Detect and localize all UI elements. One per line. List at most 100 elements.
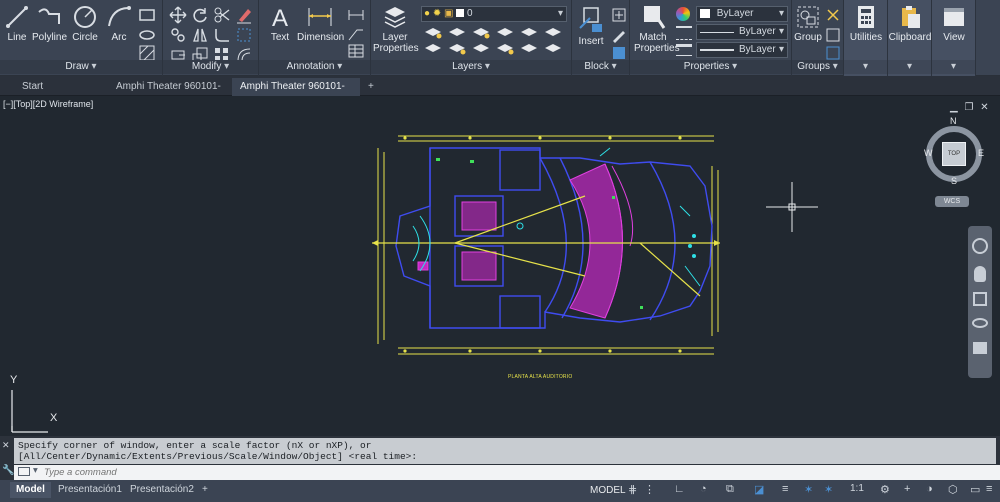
copy-icon[interactable]	[169, 26, 187, 44]
table-icon[interactable]	[347, 42, 365, 60]
annotation-panel-title[interactable]: Annotation ▾	[259, 60, 370, 74]
customize-icon[interactable]: ≡	[986, 483, 992, 495]
arc-button[interactable]: Arc	[104, 4, 134, 43]
line-label: Line	[7, 32, 27, 43]
group-edit-icon[interactable]	[824, 26, 842, 44]
clipboard-expand[interactable]: ▾	[888, 60, 931, 74]
new-tab-button[interactable]: +	[364, 78, 384, 96]
properties-panel-title[interactable]: Properties ▾	[630, 60, 791, 74]
hardware-acceleration-icon[interactable]: ⬡	[948, 483, 958, 496]
workspace-gear-icon[interactable]: ⚙	[880, 483, 890, 496]
circle-button[interactable]: Circle	[70, 4, 100, 43]
drawing-canvas[interactable]: [−][Top][2D Wireframe] ▁ ❐ ✕ PLANTA ALTA…	[0, 96, 1000, 436]
ungroup-icon[interactable]	[824, 6, 842, 24]
group-button[interactable]: Group	[794, 4, 822, 43]
layer-properties-button[interactable]: Layer Properties	[373, 4, 419, 54]
color-wheel-icon[interactable]	[676, 7, 690, 21]
isolate-icon[interactable]: ◑	[926, 483, 933, 495]
osnap-icon[interactable]: ◪	[754, 483, 764, 496]
lineweight-toggle-icon[interactable]: ≡	[782, 483, 788, 495]
utilities-button[interactable]: Utilities	[846, 4, 886, 43]
insert-button[interactable]: Insert	[576, 4, 606, 47]
modify-panel-title[interactable]: Modify ▾	[163, 60, 258, 74]
add-layout-button[interactable]: +	[196, 482, 214, 498]
linetype-sample	[700, 32, 734, 33]
insert-label: Insert	[578, 36, 604, 47]
model-space-toggle[interactable]: MODEL	[590, 485, 626, 496]
erase-icon[interactable]	[235, 6, 253, 24]
color-dropdown[interactable]: ByLayer ▾	[696, 6, 788, 22]
view-button[interactable]: View	[932, 4, 976, 43]
tab-presentacion1[interactable]: Presentación1	[52, 482, 128, 498]
tab-amphi-theater-1[interactable]: Amphi Theater 960101-1*✕	[108, 78, 230, 109]
layer-dropdown[interactable]: ● ✹ ▣ 0 ▾	[421, 6, 567, 22]
fillet-icon[interactable]	[213, 26, 231, 44]
groups-panel-title[interactable]: Groups ▾	[792, 60, 843, 74]
annotation-scale-icon[interactable]: ✶	[804, 483, 813, 496]
tab-model[interactable]: Model	[10, 482, 51, 498]
linetype-dropdown[interactable]: ByLayer ▾	[696, 24, 788, 40]
clean-screen-icon[interactable]: ▭	[970, 483, 980, 496]
compass-north[interactable]: N	[950, 116, 957, 126]
command-input-bar[interactable]: ▾	[14, 465, 1000, 480]
ellipse-icon[interactable]	[138, 26, 156, 44]
compass-east[interactable]: E	[978, 148, 984, 158]
polar-icon[interactable]: ◔	[700, 483, 707, 495]
layers-panel: Layer Properties ● ✹ ▣ 0 ▾ Layers ▾	[371, 0, 572, 76]
dimension-button[interactable]: Dimension	[297, 4, 345, 43]
rectangle-icon[interactable]	[138, 6, 156, 24]
lineweight-dropdown[interactable]: ByLayer ▾	[696, 42, 788, 58]
command-close-icon[interactable]: ✕	[2, 440, 10, 451]
polyline-button[interactable]: Polyline	[32, 4, 68, 43]
command-prompt-icon[interactable]	[18, 467, 30, 476]
rotate-icon[interactable]	[191, 6, 209, 24]
zoom-extents-icon[interactable]	[973, 292, 987, 306]
leader-icon[interactable]	[347, 24, 365, 42]
match-properties-button[interactable]: Match Properties	[634, 4, 680, 54]
block-panel-title[interactable]: Block ▾	[572, 60, 629, 74]
compass-south[interactable]: S	[951, 176, 957, 186]
polyline-label: Polyline	[32, 32, 68, 43]
view-label: View	[943, 32, 965, 43]
compass-west[interactable]: W	[924, 148, 933, 158]
create-block-icon[interactable]	[610, 6, 628, 24]
edit-block-icon[interactable]	[610, 26, 628, 44]
steering-wheel-icon[interactable]	[972, 238, 988, 254]
chevron-down-icon[interactable]: ▾	[33, 465, 38, 476]
add-icon[interactable]: +	[904, 483, 910, 495]
line-icon	[6, 6, 28, 28]
draw-panel-title[interactable]: Draw ▾	[0, 60, 162, 74]
line-button[interactable]: Line	[2, 4, 32, 43]
clipboard-button[interactable]: Clipboard	[888, 4, 932, 43]
ortho-icon[interactable]: ∟	[674, 483, 685, 495]
trim-icon[interactable]	[213, 6, 231, 24]
utilities-expand[interactable]: ▾	[844, 60, 887, 74]
polyline-icon	[38, 8, 60, 24]
mirror-icon[interactable]	[191, 26, 209, 44]
command-settings-icon[interactable]: 🔧	[2, 465, 14, 476]
clipboard-icon	[902, 6, 920, 28]
viewcube-top-face[interactable]: TOP	[942, 142, 966, 166]
view-expand[interactable]: ▾	[932, 60, 975, 74]
tab-presentacion2[interactable]: Presentación2	[124, 482, 200, 498]
layers-panel-title[interactable]: Layers ▾	[371, 60, 571, 74]
showmotion-icon[interactable]	[973, 342, 987, 354]
scale-label[interactable]: 1:1	[850, 483, 864, 494]
tab-amphi-theater-2[interactable]: Amphi Theater 960101-2*✕	[232, 78, 360, 109]
command-input[interactable]	[44, 465, 944, 479]
move-icon[interactable]	[169, 6, 187, 24]
text-button[interactable]: A Text	[265, 4, 295, 43]
explode-icon[interactable]	[235, 26, 253, 44]
grid-icon[interactable]: ⋕	[628, 483, 637, 496]
viewcube[interactable]: TOP N S W E	[920, 116, 988, 188]
dimension-label: Dimension	[297, 32, 345, 43]
wcs-menu[interactable]: WCS	[935, 196, 969, 207]
orbit-icon[interactable]	[972, 318, 988, 328]
layer-color-swatch	[456, 9, 465, 18]
tab-start[interactable]: Start	[14, 78, 106, 96]
pan-icon[interactable]	[974, 266, 986, 282]
linear-dim-icon[interactable]	[347, 6, 365, 24]
snap-icon[interactable]: ⋮	[644, 483, 655, 496]
isodraft-icon[interactable]: ⧉	[726, 483, 734, 496]
annotation-visibility-icon[interactable]: ✶	[824, 483, 833, 496]
